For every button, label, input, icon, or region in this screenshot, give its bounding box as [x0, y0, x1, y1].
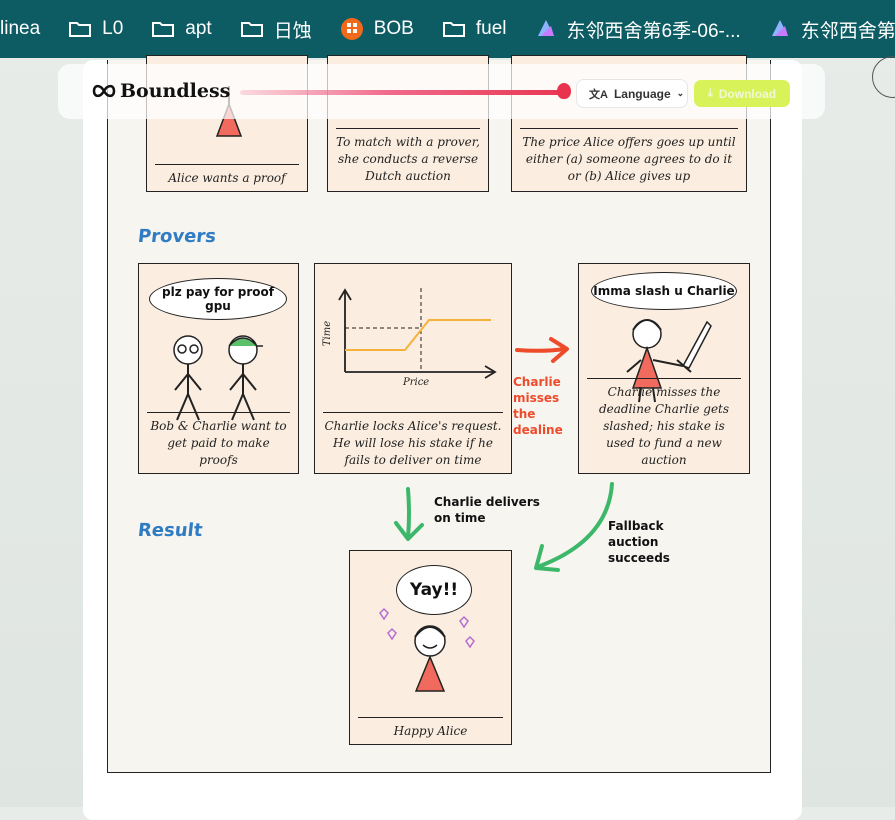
caption: To match with a prover, she conducts a r… — [336, 128, 480, 185]
language-button[interactable]: 文A Language ⌄ — [577, 80, 687, 107]
bookmarks-bar: linea L0 apt 日蚀 BOB fuel 东邻西舍第6季-06-... … — [0, 0, 895, 58]
bookmark-label: apt — [185, 18, 212, 39]
caption: The price Alice offers goes up until eit… — [520, 128, 738, 185]
green-arrow-icon — [394, 487, 424, 541]
bookmark-rishi[interactable]: 日蚀 — [226, 0, 326, 58]
bookmark-label: 日蚀 — [273, 20, 312, 42]
bookmark-label: 东邻西舍第6季-06-... — [566, 20, 741, 42]
caption: Charlie misses the deadline Charlie gets… — [587, 378, 741, 469]
section-title-provers: Provers — [136, 226, 218, 247]
bob-icon — [340, 18, 363, 40]
folder-icon — [152, 22, 175, 37]
bookmark-l0[interactable]: L0 — [54, 0, 137, 58]
panel-bob-charlie: plz pay for proof gpu Bob & Charlie want… — [138, 263, 299, 474]
caption: Charlie locks Alice's request. He will l… — [323, 412, 503, 469]
folder-icon — [442, 22, 465, 37]
bookmark-fuel[interactable]: fuel — [428, 0, 521, 58]
download-label: Download — [718, 86, 777, 101]
caption: Alice wants a proof — [155, 164, 299, 187]
speech-bubble: plz pay for proof gpu — [149, 278, 287, 320]
bookmark-label: BOB — [373, 18, 414, 39]
panel-charlie-slashed: Imma slash u Charlie Charlie misses the … — [578, 263, 750, 474]
red-arrow-icon — [515, 337, 569, 363]
bookmark-bob[interactable]: BOB — [326, 0, 428, 58]
bookmark-linea[interactable]: linea — [0, 0, 54, 58]
folder-icon — [240, 22, 263, 37]
comic-sheet: Alice wants a proof To match with a prov… — [107, 55, 771, 773]
graph-x-label: Price — [403, 377, 430, 388]
page-edge-decoration — [872, 56, 895, 98]
translate-icon: 文A — [589, 88, 608, 101]
app-icon — [537, 20, 554, 36]
panel-happy-alice: Yay!! Happy Alice — [349, 550, 512, 745]
speech-bubble: Imma slash u Charlie — [591, 272, 737, 310]
folder-icon — [69, 22, 92, 37]
happy-alice-figure — [379, 607, 475, 692]
caption: Happy Alice — [358, 717, 503, 740]
miss-deadline-note: Charlie misses the dealine — [513, 375, 563, 437]
fallback-note: Fallback auction succeeds — [608, 519, 670, 565]
brand-name: Boundless — [120, 80, 231, 102]
download-button[interactable]: ⤓ Download — [694, 80, 790, 107]
brand-logo[interactable]: Boundless — [92, 80, 230, 102]
bookmark-label: fuel — [475, 18, 507, 39]
caption: Bob & Charlie want to get paid to make p… — [147, 412, 290, 469]
reading-progress-bar — [240, 90, 570, 95]
bookmark-show-1[interactable]: 东邻西舍第6季-06-... — [521, 0, 755, 58]
bookmark-show-2[interactable]: 东邻西舍第6 — [755, 0, 895, 58]
bookmark-apt[interactable]: apt — [137, 0, 225, 58]
chevron-down-icon: ⌄ — [676, 88, 685, 98]
bookmark-label: L0 — [102, 18, 124, 39]
graph-y-label: Time — [322, 320, 334, 347]
download-icon: ⤓ — [707, 87, 713, 99]
panel-charlie-locks: Time Price Charlie locks Alice's request… — [314, 263, 512, 474]
boundless-logo-icon — [92, 84, 116, 98]
bookmark-label: linea — [0, 18, 41, 39]
progress-thumb-icon — [557, 83, 571, 99]
language-label: Language — [613, 86, 671, 101]
section-title-result: Result — [136, 520, 204, 541]
app-icon — [771, 20, 788, 36]
bookmark-label: 东邻西舍第6 — [800, 20, 895, 42]
